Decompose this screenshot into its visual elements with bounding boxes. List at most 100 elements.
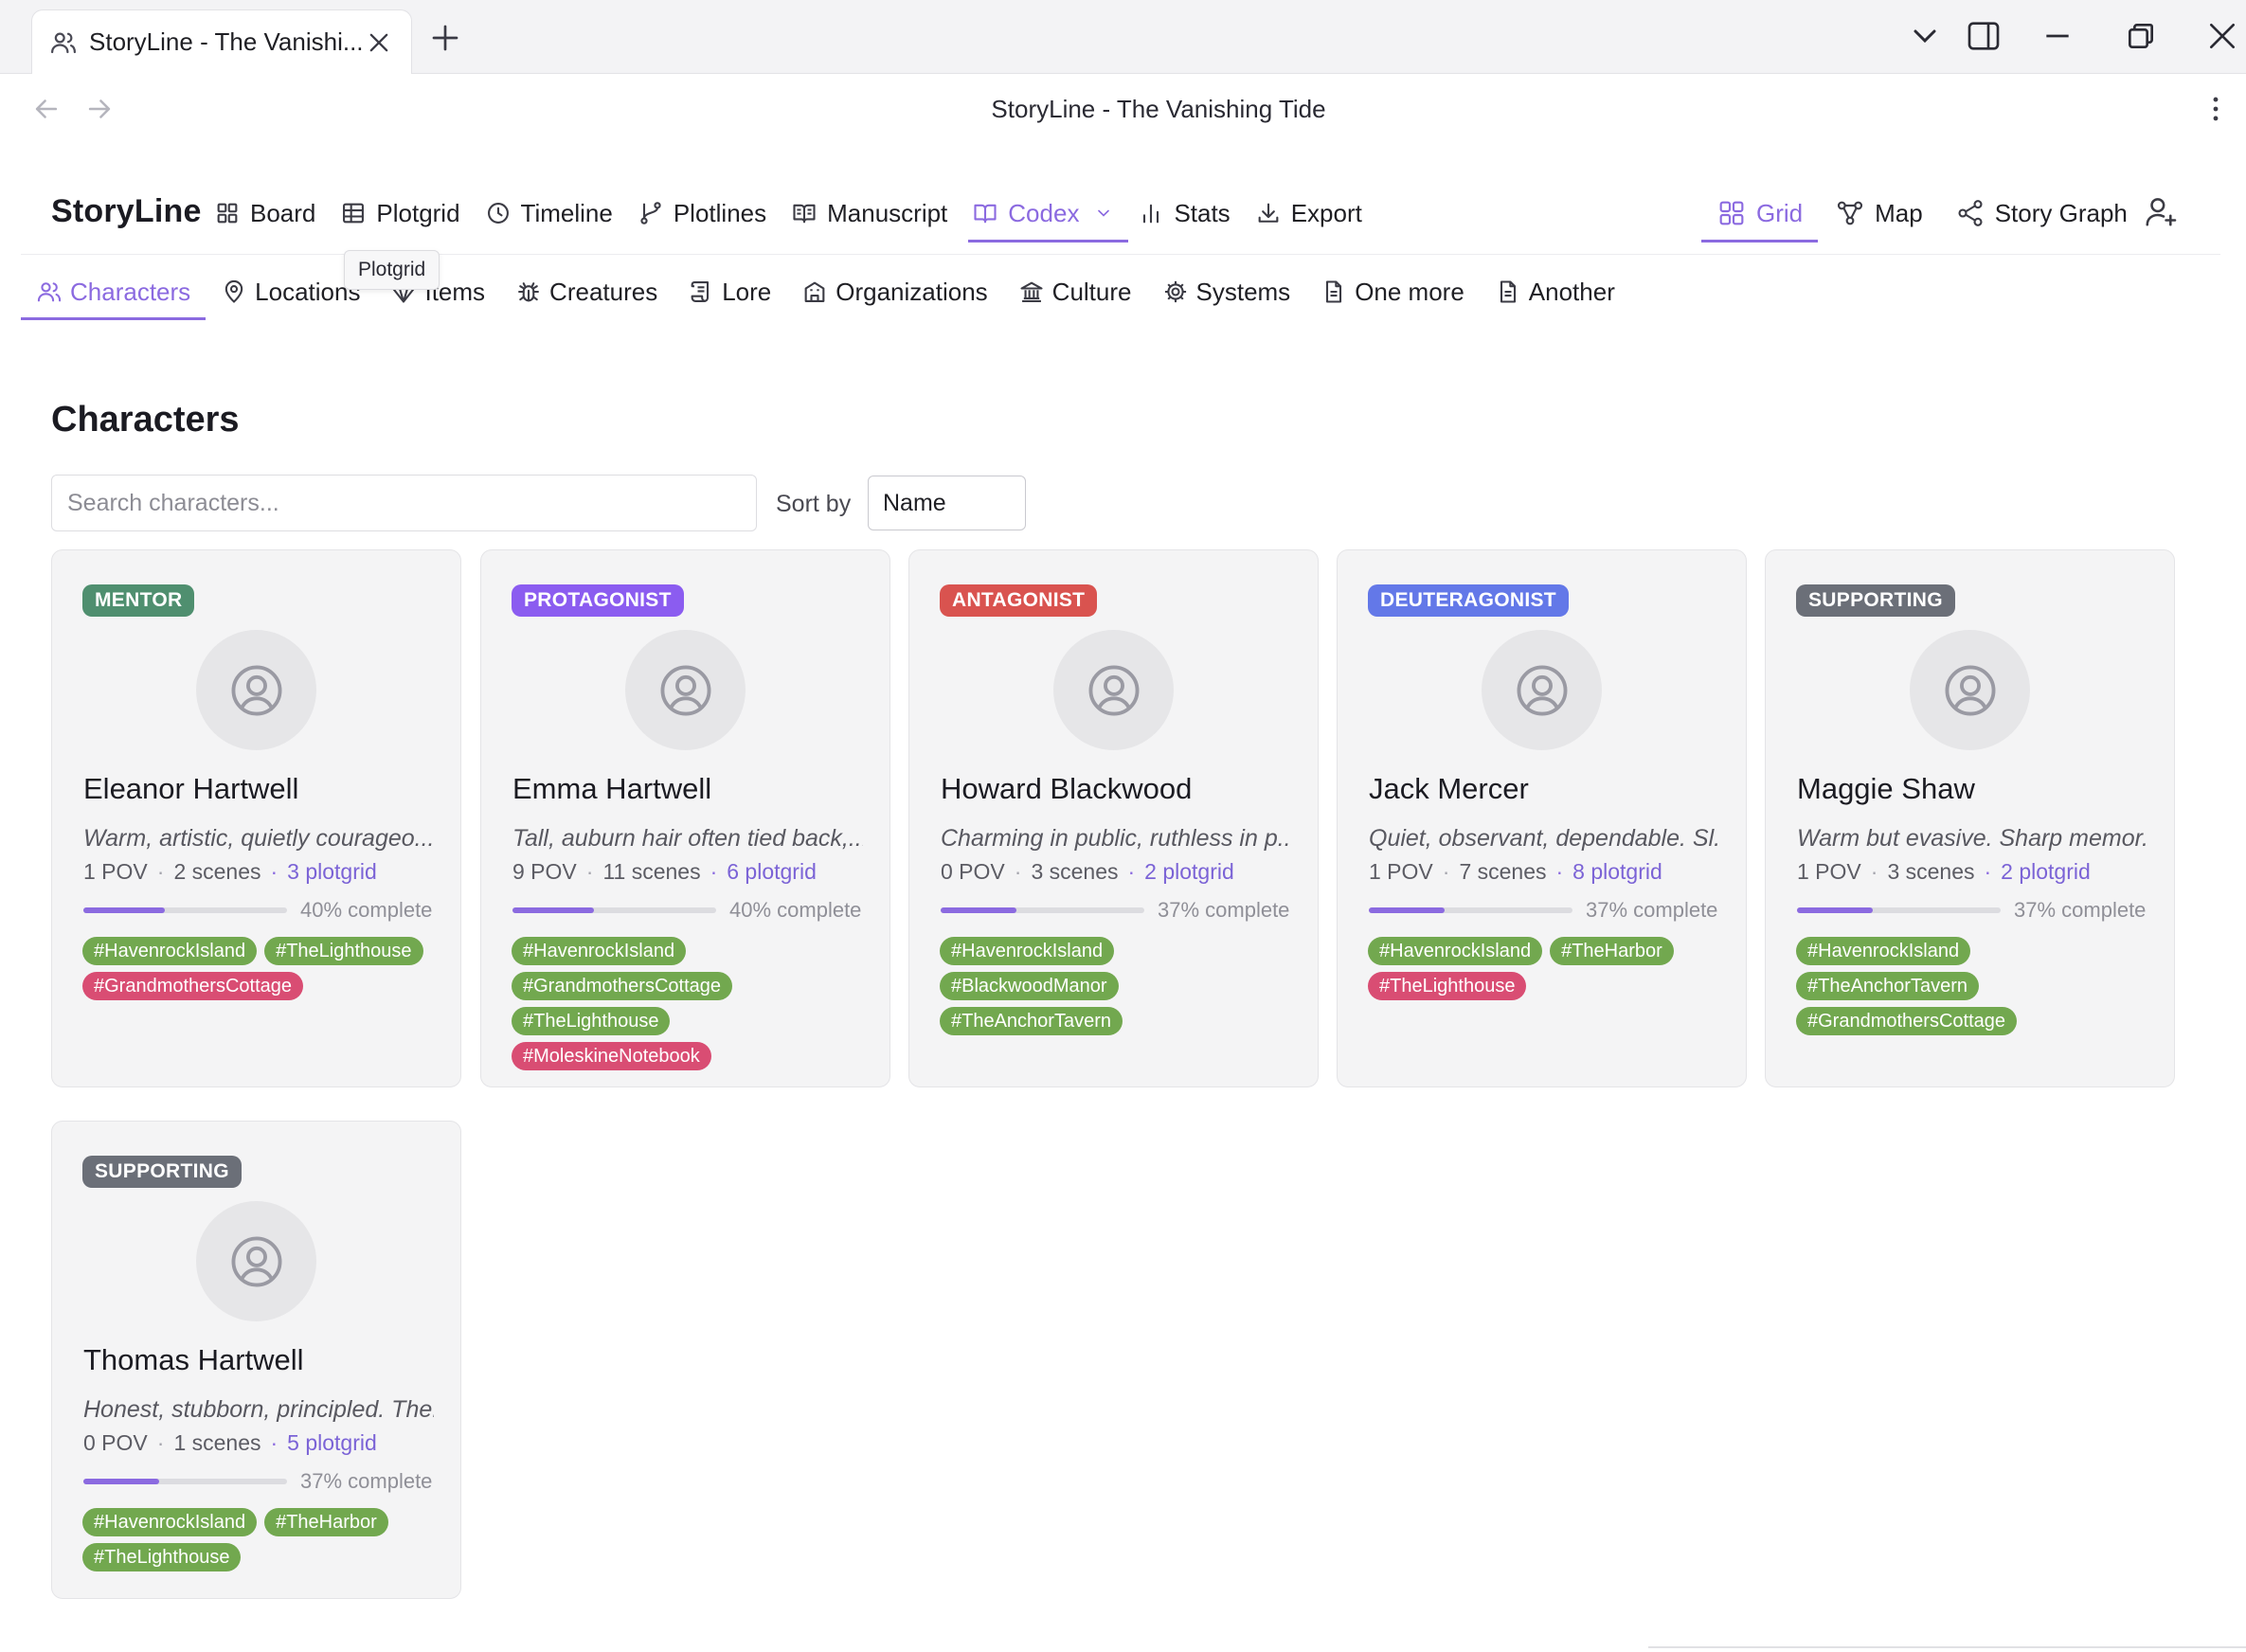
scene-count: 1 scenes <box>173 1430 261 1455</box>
progress-fill <box>1369 907 1445 913</box>
close-tab-icon[interactable] <box>366 29 392 56</box>
browser-tab[interactable]: StoryLine - The Vanishi... <box>31 9 412 74</box>
character-name[interactable]: Thomas Hartwell <box>83 1343 304 1377</box>
view-map[interactable]: Map <box>1820 186 1938 241</box>
separator-dot: · <box>156 859 165 884</box>
plotgrid-link[interactable]: 2 plotgrid <box>2001 859 2091 884</box>
users-icon <box>37 282 62 302</box>
tag-chip[interactable]: #HavenrockIsland <box>1368 937 1543 965</box>
progress-bar <box>1369 907 1572 913</box>
tag-chip[interactable]: #TheHarbor <box>264 1508 388 1536</box>
new-tab-icon[interactable] <box>428 21 462 55</box>
tag-chip[interactable]: #GrandmothersCottage <box>512 972 733 1000</box>
tab-characters-label: Characters <box>70 277 191 306</box>
page-title: Characters <box>51 400 240 440</box>
character-description: Honest, stubborn, principled. The... <box>83 1396 434 1423</box>
tab-creatures[interactable]: Creatures <box>500 265 673 318</box>
character-card[interactable]: PROTAGONIST Emma Hartwell Tall, auburn h… <box>480 549 890 1087</box>
tag-chip[interactable]: #GrandmothersCottage <box>1796 1007 2018 1035</box>
separator-dot: · <box>1127 859 1136 884</box>
plotgrid-link[interactable]: 8 plotgrid <box>1572 859 1662 884</box>
nav-stats-label: Stats <box>1174 198 1231 227</box>
role-badge: PROTAGONIST <box>512 584 684 617</box>
plotgrid-link[interactable]: 6 plotgrid <box>727 859 817 884</box>
tag-chip[interactable]: #HavenrockIsland <box>512 937 687 965</box>
separator-dot: · <box>270 859 279 884</box>
nav-plotgrid[interactable]: Plotgrid <box>336 186 475 241</box>
tab-lore-label: Lore <box>722 277 772 306</box>
tag-chip[interactable]: #GrandmothersCottage <box>82 972 304 1000</box>
minimize-icon[interactable] <box>2039 17 2076 55</box>
character-name[interactable]: Eleanor Hartwell <box>83 772 298 806</box>
tag-chip[interactable]: #TheLighthouse <box>82 1543 242 1571</box>
tab-systems[interactable]: Systems <box>1147 265 1306 318</box>
nav-manuscript[interactable]: Manuscript <box>787 186 962 241</box>
character-name[interactable]: Emma Hartwell <box>512 772 711 806</box>
nav-stats[interactable]: Stats <box>1134 186 1245 241</box>
tag-chip[interactable]: #MoleskineNotebook <box>512 1042 711 1070</box>
scene-count: 2 scenes <box>173 859 261 884</box>
browser-tab-strip: StoryLine - The Vanishi... <box>0 0 2246 74</box>
nav-board-label: Board <box>250 198 316 227</box>
tag-chip[interactable]: #TheHarbor <box>1550 937 1674 965</box>
tab-lore[interactable]: Lore <box>673 265 786 318</box>
tag-chip[interactable]: #TheAnchorTavern <box>940 1007 1123 1035</box>
character-name[interactable]: Howard Blackwood <box>941 772 1192 806</box>
window-title: StoryLine - The Vanishing Tide <box>991 95 1326 123</box>
tag-chip[interactable]: #TheLighthouse <box>1368 972 1527 1000</box>
map-nodes-icon <box>1838 201 1863 225</box>
more-menu-icon[interactable] <box>2200 93 2232 127</box>
separator-dot: · <box>585 859 594 884</box>
add-user-icon[interactable] <box>2143 193 2179 229</box>
character-name[interactable]: Maggie Shaw <box>1797 772 1975 806</box>
character-card[interactable]: SUPPORTING Thomas Hartwell Honest, stubb… <box>51 1121 461 1599</box>
separator-dot: · <box>1555 859 1564 884</box>
view-grid-label: Grid <box>1756 198 1804 227</box>
plotgrid-link[interactable]: 3 plotgrid <box>287 859 377 884</box>
nav-plotlines[interactable]: Plotlines <box>634 186 782 241</box>
search-characters-input[interactable] <box>51 475 757 531</box>
tab-list-chevron-icon[interactable] <box>1906 17 1944 55</box>
tab-characters[interactable]: Characters <box>21 265 207 320</box>
restore-icon[interactable] <box>2122 17 2160 55</box>
tab-one-more-label: One more <box>1355 277 1464 306</box>
character-card[interactable]: DEUTERAGONIST Jack Mercer Quiet, observa… <box>1337 549 1747 1087</box>
character-card[interactable]: SUPPORTING Maggie Shaw Warm but evasive.… <box>1765 549 2175 1087</box>
sort-select[interactable]: Name <box>868 476 1026 530</box>
app-logo[interactable]: StoryLine <box>51 193 202 230</box>
tab-organizations[interactable]: Organizations <box>786 265 1002 318</box>
tag-chip[interactable]: #BlackwoodManor <box>940 972 1119 1000</box>
character-card[interactable]: MENTOR Eleanor Hartwell Warm, artistic, … <box>51 549 461 1087</box>
plotgrid-link[interactable]: 2 plotgrid <box>1144 859 1234 884</box>
progress-label: 37% complete <box>1158 898 1290 922</box>
sidebar-toggle-icon[interactable] <box>1965 17 2003 55</box>
tab-another[interactable]: Another <box>1480 265 1630 318</box>
nav-codex[interactable]: Codex <box>968 186 1129 242</box>
tag-chip[interactable]: #TheLighthouse <box>512 1007 671 1035</box>
nav-timeline[interactable]: Timeline <box>481 186 628 241</box>
character-card[interactable]: ANTAGONIST Howard Blackwood Charming in … <box>908 549 1319 1087</box>
view-grid[interactable]: Grid <box>1701 186 1819 242</box>
nav-board[interactable]: Board <box>210 186 331 241</box>
user-circle-icon <box>1517 665 1567 715</box>
tag-chip[interactable]: #TheLighthouse <box>264 937 423 965</box>
tag-chip[interactable]: #HavenrockIsland <box>82 1508 258 1536</box>
nav-export[interactable]: Export <box>1251 186 1377 241</box>
tab-one-more[interactable]: One more <box>1305 265 1480 318</box>
map-pin-icon <box>225 279 243 303</box>
view-story-graph[interactable]: Story Graph <box>1940 186 2143 241</box>
tag-chip[interactable]: #HavenrockIsland <box>1796 937 1971 965</box>
close-window-icon[interactable] <box>2203 17 2241 55</box>
separator-dot: · <box>1442 859 1450 884</box>
tag-chip[interactable]: #TheAnchorTavern <box>1796 972 1979 1000</box>
bar-chart-icon <box>1143 204 1159 224</box>
plotgrid-link[interactable]: 5 plotgrid <box>287 1430 377 1455</box>
tab-culture[interactable]: Culture <box>1003 265 1147 318</box>
separator-dot: · <box>710 859 718 884</box>
character-name[interactable]: Jack Mercer <box>1369 772 1529 806</box>
sort-select-value: Name <box>883 489 946 516</box>
tag-chip[interactable]: #HavenrockIsland <box>82 937 258 965</box>
avatar <box>1910 630 2030 750</box>
role-badge-label: SUPPORTING <box>95 1160 229 1182</box>
tag-chip[interactable]: #HavenrockIsland <box>940 937 1115 965</box>
